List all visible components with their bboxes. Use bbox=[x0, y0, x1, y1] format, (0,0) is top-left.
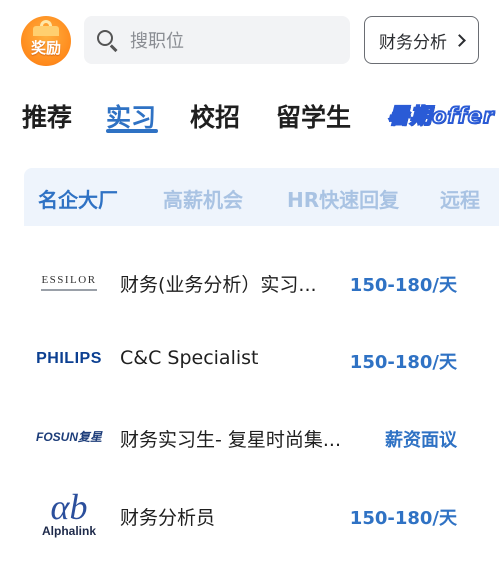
top-bar: 奖励 搜职位 财务分析 bbox=[0, 0, 499, 80]
job-title: 财务实习生- 复星时尚集... bbox=[120, 429, 342, 451]
summer-offer-text: 暑期offer bbox=[387, 103, 495, 129]
active-tab-indicator bbox=[106, 129, 158, 133]
company-logo-text: FOSUN复星 bbox=[35, 429, 102, 444]
subtab-fast-hr-reply[interactable]: HR快速回复 bbox=[287, 184, 399, 213]
search-icon bbox=[96, 29, 118, 52]
job-title: C&C Specialist bbox=[120, 347, 259, 369]
job-row[interactable]: FOSUN复星 财务实习生- 复星时尚集... 薪资面议 bbox=[24, 398, 499, 476]
logo-underline bbox=[41, 288, 97, 291]
company-logo: PHILIPS bbox=[24, 329, 114, 389]
job-row[interactable]: PHILIPS C&C Specialist 150-180/天 bbox=[24, 320, 499, 398]
summer-offer-banner[interactable]: 暑期offer bbox=[386, 100, 499, 130]
gift-box-lid bbox=[33, 26, 59, 36]
job-filter-button[interactable]: 财务分析 bbox=[364, 16, 479, 64]
subtab-remote[interactable]: 远程 bbox=[440, 184, 480, 213]
alphalink-mark-icon: αb bbox=[50, 487, 88, 527]
subtab-high-salary[interactable]: 高薪机会 bbox=[163, 184, 243, 213]
job-title: 财务(业务分析）实习... bbox=[120, 274, 317, 296]
company-logo-text: PHILIPS bbox=[36, 350, 102, 367]
search-input[interactable]: 搜职位 bbox=[84, 16, 350, 64]
job-salary: 150-180/天 bbox=[349, 508, 457, 529]
chevron-right-icon bbox=[453, 33, 466, 47]
reward-label: 奖励 bbox=[30, 38, 61, 57]
company-logo: ESSILOR bbox=[24, 252, 114, 312]
job-row[interactable]: αb Alphalink 财务分析员 150-180/天 bbox=[24, 476, 499, 554]
job-filter-label: 财务分析 bbox=[379, 32, 447, 53]
subtab-big-companies[interactable]: 名企大厂 bbox=[38, 184, 118, 213]
job-row[interactable]: ESSILOR 财务(业务分析）实习... 150-180/天 bbox=[24, 242, 499, 320]
main-tabs: 推荐 实习 校招 留学生 暑期offer bbox=[0, 88, 499, 140]
company-logo: FOSUN复星 bbox=[24, 406, 114, 466]
job-salary: 150-180/天 bbox=[349, 352, 457, 373]
company-logo-text: Alphalink bbox=[41, 524, 96, 538]
search-placeholder: 搜职位 bbox=[130, 31, 184, 52]
job-title: 财务分析员 bbox=[120, 507, 216, 529]
tab-overseas-students[interactable]: 留学生 bbox=[276, 98, 351, 134]
subtab-strip: 名企大厂 高薪机会 HR快速回复 远程 bbox=[24, 168, 499, 226]
job-salary: 薪资面议 bbox=[385, 430, 457, 451]
tab-campus[interactable]: 校招 bbox=[190, 98, 240, 134]
tab-recommend[interactable]: 推荐 bbox=[22, 98, 72, 134]
company-logo: αb Alphalink bbox=[24, 484, 114, 544]
job-salary: 150-180/天 bbox=[349, 275, 457, 296]
reward-button[interactable]: 奖励 bbox=[21, 16, 71, 66]
company-logo-text: ESSILOR bbox=[41, 273, 97, 286]
job-list: ESSILOR 财务(业务分析）实习... 150-180/天 PHILIPS … bbox=[24, 226, 499, 572]
